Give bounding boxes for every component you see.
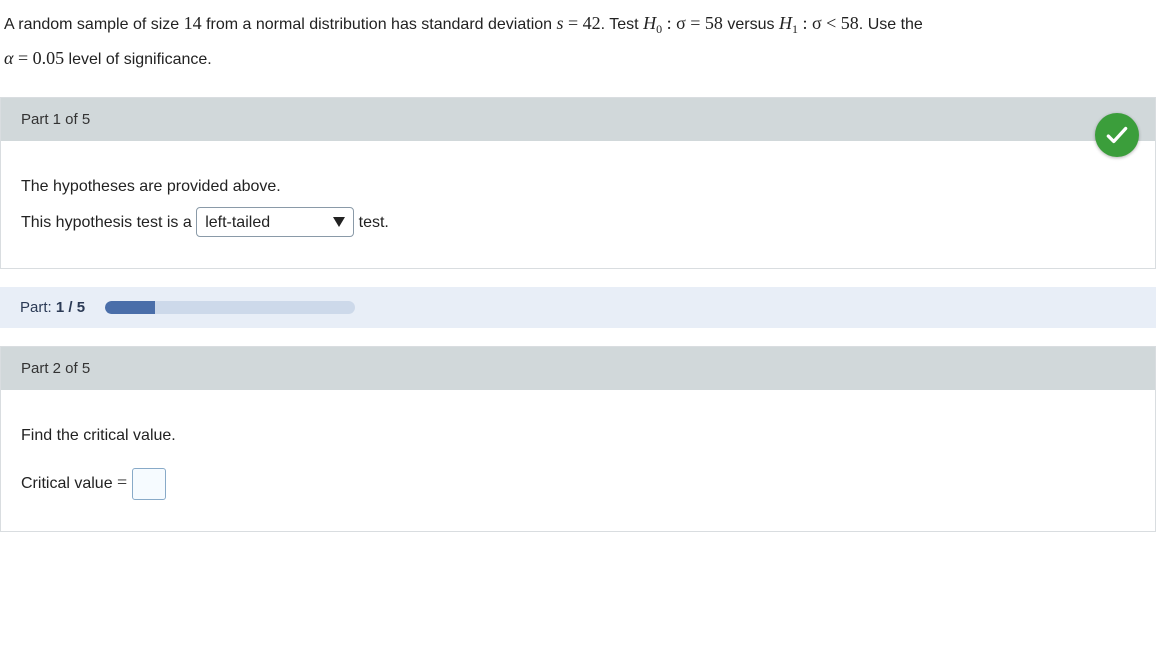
s-value: 42 — [583, 13, 601, 33]
test-type-line: This hypothesis test is a left-tailed te… — [21, 205, 1135, 240]
h0-text: : σ = — [662, 13, 705, 33]
h0: H — [643, 13, 656, 33]
equals: = — [564, 13, 583, 33]
part-1-header: Part 1 of 5 — [1, 98, 1155, 141]
h1-val: 58 — [841, 13, 859, 33]
critical-value-line: Critical value = — [21, 463, 1135, 503]
s-variable: s — [557, 13, 564, 33]
progress-fill — [105, 301, 155, 314]
problem-text: versus — [723, 16, 779, 33]
find-critical-instruction: Find the critical value. — [21, 418, 1135, 453]
dropdown-selected-value: left-tailed — [205, 205, 270, 240]
part-2-header: Part 2 of 5 — [1, 347, 1155, 390]
part-1-body: The hypotheses are provided above. This … — [1, 141, 1155, 267]
problem-text: . Use the — [859, 16, 923, 33]
progress-row: Part: 1 / 5 — [0, 287, 1156, 328]
test-type-prefix: This hypothesis test is a — [21, 214, 196, 231]
critical-value-input[interactable] — [132, 468, 166, 500]
part-2-panel: Part 2 of 5 Find the critical value. Cri… — [0, 346, 1156, 532]
critical-value-label: Critical value — [21, 475, 117, 492]
problem-text: from a normal distribution has standard … — [202, 16, 557, 33]
part-1-panel: Part 1 of 5 The hypotheses are provided … — [0, 97, 1156, 268]
h1: H — [779, 13, 792, 33]
test-type-dropdown[interactable]: left-tailed — [196, 207, 354, 237]
sample-size: 14 — [184, 13, 202, 33]
correct-check-icon — [1095, 113, 1139, 157]
alpha-val: 0.05 — [33, 48, 65, 68]
part-2-body: Find the critical value. Critical value … — [1, 390, 1155, 531]
alpha-suffix: level of significance. — [64, 51, 212, 68]
problem-text: . Test — [601, 16, 643, 33]
test-type-suffix: test. — [354, 214, 389, 231]
progress-label: Part: 1 / 5 — [20, 299, 85, 316]
progress-bar — [105, 301, 355, 314]
h0-val: 58 — [705, 13, 723, 33]
alpha-eq: = — [13, 48, 32, 68]
chevron-down-icon — [333, 217, 345, 227]
problem-statement: A random sample of size 14 from a normal… — [0, 0, 1156, 97]
problem-text: A random sample of size — [4, 16, 184, 33]
progress-total: 5 — [77, 299, 85, 316]
equals: = — [117, 472, 127, 492]
hypotheses-provided-text: The hypotheses are provided above. — [21, 169, 1135, 204]
progress-current: 1 — [56, 299, 64, 316]
h1-text: : σ < — [798, 13, 841, 33]
